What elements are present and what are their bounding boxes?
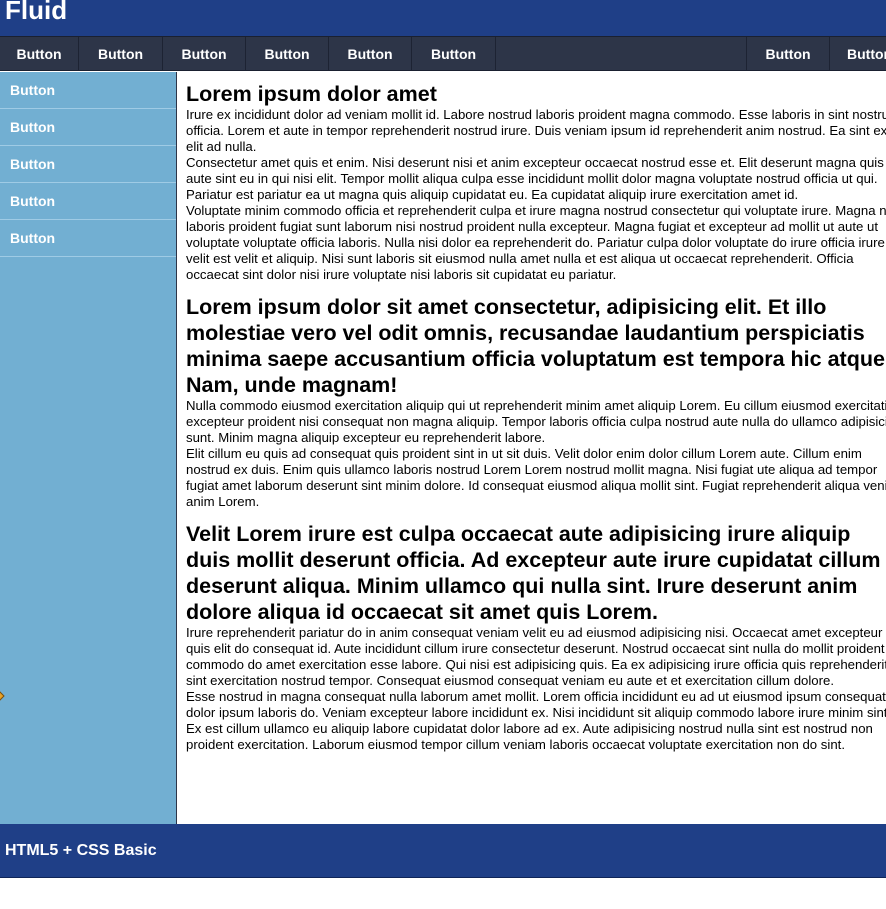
section-1-paragraph-3: Voluptate minim commodo officia et repre… bbox=[186, 203, 886, 282]
main-content: Lorem ipsum dolor amet Irure ex incididu… bbox=[186, 72, 886, 824]
top-nav-right-button-2[interactable]: Button bbox=[830, 37, 886, 70]
section-2-paragraph-1: Nulla commodo eiusmod exercitation aliqu… bbox=[186, 398, 886, 445]
site-footer: HTML5 + CSS Basic bbox=[0, 824, 886, 878]
top-nav-button-3[interactable]: Button bbox=[163, 37, 246, 70]
sidebar-button-4[interactable]: Button bbox=[0, 183, 176, 220]
section-2-paragraph-2: Elit cillum eu quis ad consequat quis pr… bbox=[186, 446, 886, 509]
section-1-heading: Lorem ipsum dolor amet bbox=[186, 82, 437, 106]
sidebar-button-1[interactable]: Button bbox=[0, 72, 176, 109]
top-nav-button-6[interactable]: Button bbox=[412, 37, 496, 70]
footer-text: HTML5 + CSS Basic bbox=[5, 842, 157, 859]
section-1-paragraph-1: Irure ex incididunt dolor ad veniam moll… bbox=[186, 107, 886, 154]
section-3-heading: Velit Lorem irure est culpa occaecat aut… bbox=[186, 522, 881, 624]
top-nav-right-button-1[interactable]: Button bbox=[746, 37, 830, 70]
top-nav-button-1[interactable]: Button bbox=[0, 37, 79, 70]
section-1-paragraph-2: Consectetur amet quis et enim. Nisi dese… bbox=[186, 155, 884, 202]
top-nav-button-5[interactable]: Button bbox=[329, 37, 412, 70]
sidebar-button-5[interactable]: Button bbox=[0, 220, 176, 257]
top-nav-button-4[interactable]: Button bbox=[246, 37, 329, 70]
cursor-marker-icon bbox=[0, 691, 5, 701]
top-navigation-bar: Button Button Button Button Button Butto… bbox=[0, 36, 886, 71]
sidebar-button-2[interactable]: Button bbox=[0, 109, 176, 146]
section-3-paragraph-1: Irure reprehenderit pariatur do in anim … bbox=[186, 625, 886, 688]
sidebar-button-3[interactable]: Button bbox=[0, 146, 176, 183]
site-header: Fluid bbox=[0, 0, 886, 36]
top-nav-button-2[interactable]: Button bbox=[79, 37, 163, 70]
site-title: Fluid bbox=[5, 0, 68, 25]
section-3-paragraph-2: Esse nostrud in magna consequat nulla la… bbox=[186, 689, 886, 752]
sidebar: Button Button Button Button Button bbox=[0, 72, 177, 824]
section-2-heading: Lorem ipsum dolor sit amet consectetur, … bbox=[186, 295, 886, 397]
